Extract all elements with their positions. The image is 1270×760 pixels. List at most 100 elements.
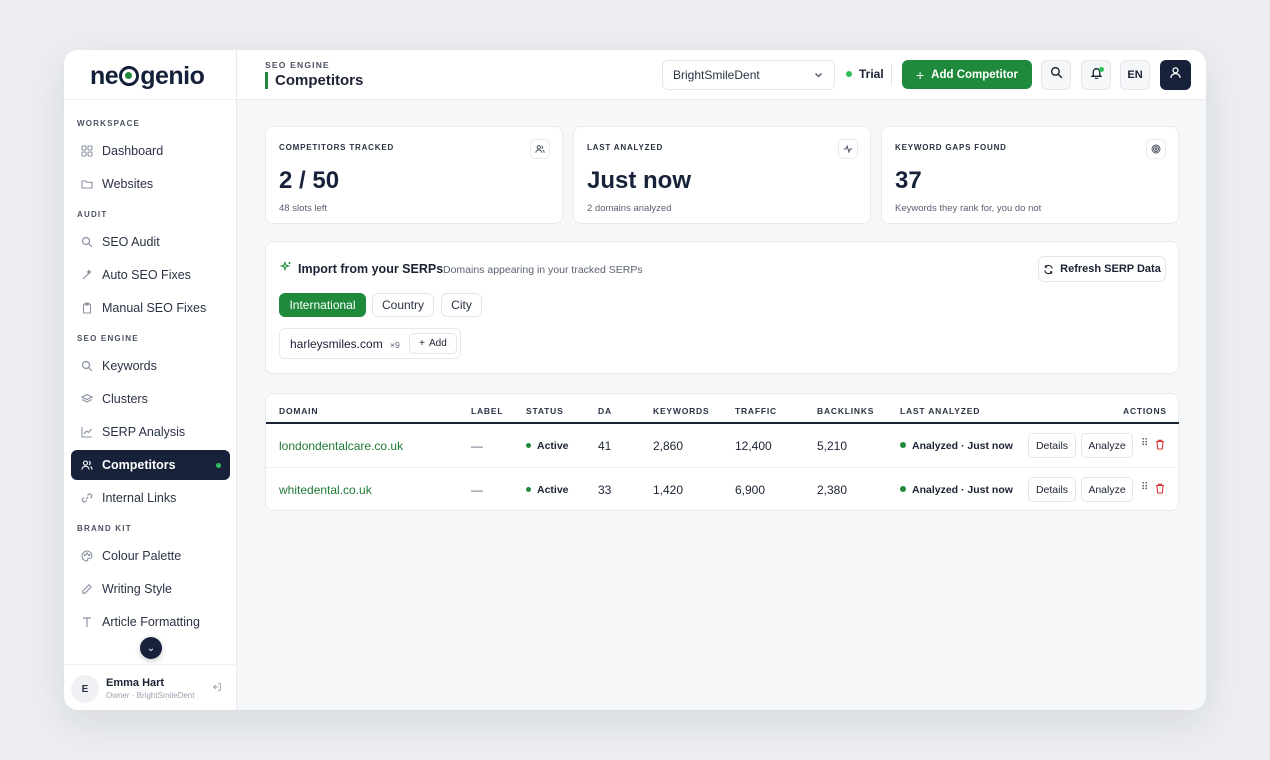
sparkle-icon [279,260,292,276]
column-header-da: DA [598,406,612,416]
sidebar-item-websites[interactable]: Websites [71,169,230,199]
sidebar: ne genio WORKSPACE Dashboard Websites AUD… [64,50,237,710]
pen-icon [81,583,93,595]
trash-icon[interactable] [1155,481,1165,499]
stat-label: COMPETITORS TRACKED [279,143,395,152]
search-icon [81,236,93,248]
details-button[interactable]: Details [1028,433,1076,458]
competitor-backlinks: 2,380 [817,483,848,497]
avatar: E [71,675,99,703]
sidebar-item-label: Auto SEO Fixes [102,268,191,282]
column-header-status: STATUS [526,406,564,416]
tab-country[interactable]: Country [372,293,434,317]
sidebar-item-seo-audit[interactable]: SEO Audit [71,227,230,257]
competitor-domain[interactable]: whitedental.co.uk [279,483,372,497]
column-header-backlinks: BACKLINKS [817,406,875,416]
activity-icon [838,139,858,159]
logo-text-start: ne [90,62,119,90]
competitor-keywords: 2,860 [653,439,684,453]
sidebar-nav: WORKSPACE Dashboard Websites AUDIT SEO A… [71,112,230,640]
competitor-keywords: 1,420 [653,483,684,497]
notification-dot [1099,67,1104,72]
sidebar-item-writing-style[interactable]: Writing Style [71,574,230,604]
notifications-button[interactable] [1081,60,1111,90]
sidebar-item-clusters[interactable]: Clusters [71,384,230,414]
drag-handle-icon[interactable]: ⠿ [1141,438,1148,449]
profile-button[interactable] [1160,60,1191,90]
sidebar-item-label: Keywords [102,359,157,373]
competitor-da: 33 [598,483,612,497]
trash-icon[interactable] [1155,437,1165,455]
users-icon [530,139,550,159]
sidebar-item-label: Writing Style [102,582,172,596]
site-selector[interactable]: BrightSmileDent [662,60,835,90]
user-role: Owner · BrightSmileDent [106,691,195,700]
tab-city[interactable]: City [441,293,482,317]
sidebar-item-serp-analysis[interactable]: SERP Analysis [71,417,230,447]
language-button[interactable]: EN [1120,60,1150,90]
last-analyzed-status: Analyzed · Just now [900,440,1013,452]
sidebar-item-dashboard[interactable]: Dashboard [71,136,230,166]
sidebar-item-internal-links[interactable]: Internal Links [71,483,230,513]
sidebar-item-label: Article Formatting [102,615,200,629]
plan-badge: Trial [846,67,884,81]
details-button[interactable]: Details [1028,477,1076,502]
sidebar-item-article-formatting[interactable]: Article Formatting [71,607,230,637]
plus-icon: + [419,338,426,349]
grid-icon [81,145,93,157]
competitor-label: — [471,439,483,453]
stat-value: Just now [587,167,692,194]
competitor-backlinks: 5,210 [817,439,848,453]
active-indicator [216,463,221,468]
user-name: Emma Hart [106,677,165,689]
header-divider [891,64,892,86]
sidebar-item-auto-seo-fixes[interactable]: Auto SEO Fixes [71,260,230,290]
top-header: SEO ENGINE Competitors BrightSmileDent T… [237,50,1206,100]
serp-import-title: Import from your SERPs [298,262,444,276]
table-row: whitedental.co.uk — Active 33 1,420 6,90… [266,468,1179,512]
stat-card-last-analyzed: LAST ANALYZED Just now 2 domains analyze… [573,126,871,224]
page-title: Competitors [265,72,363,89]
sidebar-item-label: SERP Analysis [102,425,186,439]
sidebar-item-colour-palette[interactable]: Colour Palette [71,541,230,571]
logo[interactable]: ne genio [90,62,205,91]
sidebar-item-label: Colour Palette [102,549,182,563]
search-button[interactable] [1041,60,1071,90]
add-competitor-button[interactable]: + Add Competitor [902,60,1032,89]
stat-card-keyword-gaps: KEYWORD GAPS FOUND 37 Keywords they rank… [881,126,1179,224]
refresh-serp-button[interactable]: Refresh SERP Data [1038,256,1166,282]
layers-icon [81,393,93,405]
stat-subtext: 2 domains analyzed [587,203,672,214]
refresh-serp-label: Refresh SERP Data [1060,263,1161,275]
competitor-traffic: 12,400 [735,439,772,453]
status-badge: Active [526,440,569,452]
chevron-down-icon: ⌄ [146,642,156,654]
analyze-button[interactable]: Analyze [1081,433,1133,458]
sidebar-item-label: Competitors [102,458,176,472]
add-suggestion-label: Add [429,338,447,349]
link-icon [81,492,93,504]
sidebar-item-label: Websites [102,177,154,191]
wand-icon [81,269,93,281]
sidebar-item-keywords[interactable]: Keywords [71,351,230,381]
competitor-domain[interactable]: londondentalcare.co.uk [279,439,403,453]
status-badge: Active [526,484,569,496]
drag-handle-icon[interactable]: ⠿ [1141,482,1148,493]
suggestion-domain: harleysmiles.com [290,337,383,351]
tab-international[interactable]: International [279,293,366,317]
user-profile[interactable]: E Emma Hart Owner · BrightSmileDent [64,664,237,710]
target-icon [1146,139,1166,159]
logo-text-end: genio [140,62,205,90]
stat-value: 37 [895,167,922,194]
folder-icon [81,178,93,190]
scroll-down-button[interactable]: ⌄ [140,637,162,659]
add-suggestion-button[interactable]: + Add [409,333,457,354]
competitor-label: — [471,483,483,497]
stat-value: 2 / 50 [279,167,340,194]
site-selector-value: BrightSmileDent [673,68,760,82]
sidebar-item-manual-seo-fixes[interactable]: Manual SEO Fixes [71,293,230,323]
logout-icon[interactable] [212,682,222,695]
sidebar-item-competitors[interactable]: Competitors [71,450,230,480]
analyze-button[interactable]: Analyze [1081,477,1133,502]
suggestion-count: ×9 [390,340,400,350]
